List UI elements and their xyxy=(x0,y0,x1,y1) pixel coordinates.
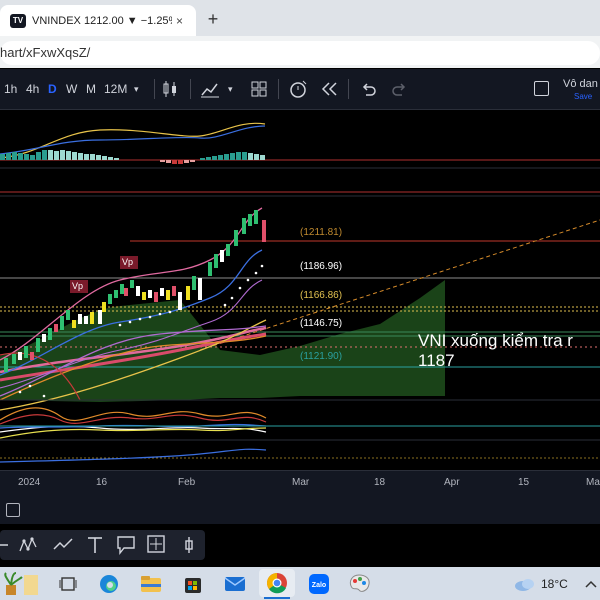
interval-4h[interactable]: 4h xyxy=(26,81,39,97)
price-label-2: (1186.96) xyxy=(300,261,343,272)
price-label-4: (1146.75) xyxy=(300,318,343,329)
zoom-tool-icon[interactable] xyxy=(182,535,196,555)
chart-toolbar: 1h 4h D W M 12M ▾ ▾ Vô dan Save xyxy=(0,69,600,110)
indicators-dropdown-icon[interactable]: ▾ xyxy=(228,81,233,97)
drawing-toolbar-handle-icon[interactable] xyxy=(0,536,12,554)
browser-tab-bar: TV VNINDEX 1212.00 ▼ −1.25% V( × + xyxy=(0,0,600,36)
paint-palette-icon[interactable] xyxy=(346,571,372,597)
oscillator-histogram xyxy=(0,150,265,164)
browser-tab[interactable]: TV VNINDEX 1212.00 ▼ −1.25% V( × xyxy=(0,5,196,36)
redo-icon[interactable] xyxy=(392,81,408,97)
text-tool-icon[interactable] xyxy=(86,535,104,555)
chrome-browser-icon[interactable] xyxy=(259,569,295,597)
windows-taskbar: Zalo 18°C xyxy=(0,567,600,600)
price-label-5: (1121.90) xyxy=(300,351,343,362)
vp-label-1: Vp xyxy=(122,257,134,267)
undo-icon[interactable] xyxy=(360,81,376,97)
xaxis-label: Apr xyxy=(444,477,460,488)
svg-text:Zalo: Zalo xyxy=(312,582,326,589)
candles-chart-type-icon[interactable] xyxy=(162,80,178,98)
xaxis-label: May xyxy=(586,477,600,488)
xaxis-label: 18 xyxy=(374,477,386,488)
xaxis-label: Mar xyxy=(292,477,310,488)
price-label-3: (1166.86) xyxy=(300,290,343,301)
replay-rewind-icon[interactable] xyxy=(320,81,338,97)
indicators-icon[interactable] xyxy=(200,80,220,98)
interval-w[interactable]: W xyxy=(66,81,77,97)
zalo-icon[interactable]: Zalo xyxy=(306,571,332,597)
measure-tool-icon[interactable] xyxy=(146,534,168,556)
interval-m[interactable]: M xyxy=(86,81,96,97)
top-oscillator-panel xyxy=(0,122,600,164)
price-pane xyxy=(0,207,600,411)
toolbar-divider xyxy=(348,79,349,99)
mail-icon[interactable] xyxy=(222,571,248,597)
annotation-line-2: 1187 xyxy=(418,351,455,370)
osc-red xyxy=(0,414,267,425)
address-bar[interactable]: hart/xFxwXqsZ/ xyxy=(0,41,600,65)
active-app-indicator xyxy=(264,597,290,599)
alert-clock-icon[interactable] xyxy=(288,79,308,99)
drawing-toolbar xyxy=(0,530,205,560)
interval-d[interactable]: D xyxy=(48,81,57,97)
time-axis[interactable]: 2024 16 Feb Mar 18 Apr 15 May xyxy=(0,470,600,495)
url-text: hart/xFxwXqsZ/ xyxy=(0,45,91,60)
toolbar-divider xyxy=(154,79,155,99)
microsoft-store-icon[interactable] xyxy=(180,571,206,597)
forecast-tool-icon[interactable] xyxy=(52,535,74,555)
bottom-oscillator-panel xyxy=(0,407,600,463)
close-tab-icon[interactable]: × xyxy=(176,14,183,28)
weather-temperature: 18°C xyxy=(541,577,568,591)
fullscreen-checkbox[interactable] xyxy=(534,81,549,96)
osc-bottom-blue xyxy=(0,448,267,463)
tradingview-logo-icon: TV xyxy=(10,13,26,28)
save-button[interactable]: Save xyxy=(574,92,592,101)
bottom-panel-toggle-icon[interactable] xyxy=(6,503,20,517)
chevron-up-icon[interactable] xyxy=(578,571,600,597)
task-view-icon[interactable] xyxy=(55,571,81,597)
vp-label-2: Vp xyxy=(72,281,84,291)
cloud-weather-icon[interactable] xyxy=(512,571,538,597)
chart-area[interactable]: (1211.81) (1186.96) (1166.86) (1146.75) … xyxy=(0,110,600,470)
layout-title: Vô dan xyxy=(563,78,598,90)
xaxis-label: 2024 xyxy=(18,477,41,488)
annotation-line-1: VNI xuống kiểm tra r xyxy=(418,331,573,350)
file-explorer-icon[interactable] xyxy=(138,571,164,597)
callout-tool-icon[interactable] xyxy=(116,535,136,555)
xaxis-label: 16 xyxy=(96,477,108,488)
price-label-1: (1211.81) xyxy=(300,227,343,238)
xaxis-label: 15 xyxy=(518,477,530,488)
interval-12m[interactable]: 12M xyxy=(104,81,127,97)
bottom-panel xyxy=(0,494,600,524)
tab-title: VNINDEX 1212.00 ▼ −1.25% V( xyxy=(32,14,172,27)
chart-annotation[interactable]: VNI xuống kiểm tra r 1187 xyxy=(418,331,573,371)
toolbar-divider xyxy=(190,79,191,99)
xaxis-label: Feb xyxy=(178,477,196,488)
weather-widget-plant-icon[interactable] xyxy=(0,571,44,597)
pattern-tool-icon[interactable] xyxy=(18,535,40,555)
interval-dropdown-icon[interactable]: ▾ xyxy=(134,81,139,97)
toolbar-divider xyxy=(278,79,279,99)
layout-grid-icon[interactable] xyxy=(250,80,268,98)
new-tab-button[interactable]: + xyxy=(202,8,224,30)
edge-browser-icon[interactable] xyxy=(96,571,122,597)
interval-1h[interactable]: 1h xyxy=(4,81,17,97)
